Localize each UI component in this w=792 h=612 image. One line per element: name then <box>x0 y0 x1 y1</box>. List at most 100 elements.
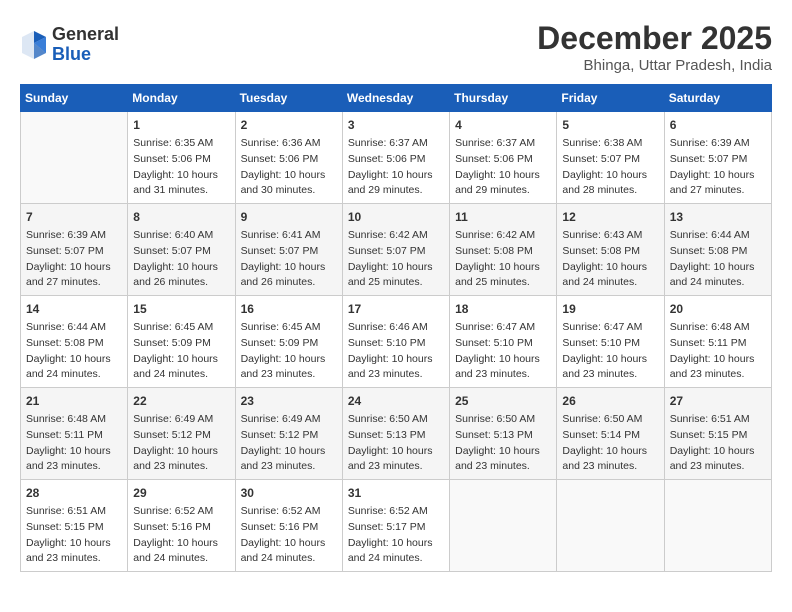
sunrise-text: Sunrise: 6:48 AM <box>670 320 766 336</box>
calendar-cell: 22 Sunrise: 6:49 AMSunset: 5:12 PMDayligh… <box>128 388 235 480</box>
daylight-text: Daylight: 10 hours and 29 minutes. <box>455 168 551 200</box>
location: Bhinga, Uttar Pradesh, India <box>537 57 772 74</box>
sunrise-text: Sunrise: 6:35 AM <box>133 136 229 152</box>
day-number: 10 <box>348 208 444 226</box>
sunrise-text: Sunrise: 6:49 AM <box>133 412 229 428</box>
daylight-text: Daylight: 10 hours and 26 minutes. <box>241 260 337 292</box>
daylight-text: Daylight: 10 hours and 30 minutes. <box>241 168 337 200</box>
day-number: 14 <box>26 300 122 318</box>
sunrise-text: Sunrise: 6:52 AM <box>348 504 444 520</box>
sunrise-text: Sunrise: 6:49 AM <box>241 412 337 428</box>
sunset-text: Sunset: 5:07 PM <box>348 244 444 260</box>
calendar-cell: 28Sunrise: 6:51 AMSunset: 5:15 PMDayligh… <box>21 480 128 572</box>
daylight-text: Daylight: 10 hours and 27 minutes. <box>670 168 766 200</box>
weekday-row: SundayMondayTuesdayWednesdayThursdayFrid… <box>21 85 772 112</box>
calendar-cell: 18Sunrise: 6:47 AMSunset: 5:10 PMDayligh… <box>450 296 557 388</box>
sunset-text: Sunset: 5:06 PM <box>455 152 551 168</box>
day-number: 11 <box>455 208 551 226</box>
sunset-text: Sunset: 5:06 PM <box>133 152 229 168</box>
logo-icon <box>20 29 48 61</box>
sunset-text: Sunset: 5:07 PM <box>562 152 658 168</box>
sunset-text: Sunset: 5:07 PM <box>26 244 122 260</box>
sunset-text: Sunset: 5:15 PM <box>670 428 766 444</box>
title-block: December 2025 Bhinga, Uttar Pradesh, Ind… <box>537 20 772 74</box>
daylight-text: Daylight: 10 hours and 25 minutes. <box>455 260 551 292</box>
sunrise-text: Sunrise: 6:45 AM <box>241 320 337 336</box>
weekday-header: Tuesday <box>235 85 342 112</box>
sunset-text: Sunset: 5:08 PM <box>455 244 551 260</box>
calendar-cell: 8Sunrise: 6:40 AMSunset: 5:07 PMDaylight… <box>128 204 235 296</box>
weekday-header: Monday <box>128 85 235 112</box>
day-number: 23 <box>241 392 337 410</box>
day-number: 1 <box>133 116 229 134</box>
day-number: 22 <box>133 392 229 410</box>
sunset-text: Sunset: 5:16 PM <box>241 520 337 536</box>
sunrise-text: Sunrise: 6:37 AM <box>348 136 444 152</box>
day-number: 28 <box>26 484 122 502</box>
day-number: 21 <box>26 392 122 410</box>
calendar-cell: 17Sunrise: 6:46 AMSunset: 5:10 PMDayligh… <box>342 296 449 388</box>
sunset-text: Sunset: 5:10 PM <box>562 336 658 352</box>
calendar-cell: 20Sunrise: 6:48 AMSunset: 5:11 PMDayligh… <box>664 296 771 388</box>
day-number: 24 <box>348 392 444 410</box>
weekday-header: Saturday <box>664 85 771 112</box>
sunrise-text: Sunrise: 6:42 AM <box>455 228 551 244</box>
day-number: 7 <box>26 208 122 226</box>
calendar-cell: 23Sunrise: 6:49 AMSunset: 5:12 PMDayligh… <box>235 388 342 480</box>
daylight-text: Daylight: 10 hours and 23 minutes. <box>670 352 766 384</box>
day-number: 2 <box>241 116 337 134</box>
daylight-text: Daylight: 10 hours and 23 minutes. <box>670 444 766 476</box>
daylight-text: Daylight: 10 hours and 23 minutes. <box>133 444 229 476</box>
sunset-text: Sunset: 5:07 PM <box>241 244 337 260</box>
daylight-text: Daylight: 10 hours and 23 minutes. <box>26 444 122 476</box>
calendar-cell <box>557 480 664 572</box>
logo: General Blue <box>20 25 119 65</box>
sunrise-text: Sunrise: 6:44 AM <box>670 228 766 244</box>
daylight-text: Daylight: 10 hours and 25 minutes. <box>348 260 444 292</box>
sunrise-text: Sunrise: 6:40 AM <box>133 228 229 244</box>
calendar-cell: 6Sunrise: 6:39 AMSunset: 5:07 PMDaylight… <box>664 112 771 204</box>
daylight-text: Daylight: 10 hours and 24 minutes. <box>348 536 444 568</box>
sunrise-text: Sunrise: 6:47 AM <box>455 320 551 336</box>
sunset-text: Sunset: 5:15 PM <box>26 520 122 536</box>
calendar-cell: 5Sunrise: 6:38 AMSunset: 5:07 PMDaylight… <box>557 112 664 204</box>
day-number: 19 <box>562 300 658 318</box>
sunset-text: Sunset: 5:13 PM <box>455 428 551 444</box>
sunrise-text: Sunrise: 6:45 AM <box>133 320 229 336</box>
daylight-text: Daylight: 10 hours and 24 minutes. <box>241 536 337 568</box>
day-number: 8 <box>133 208 229 226</box>
daylight-text: Daylight: 10 hours and 23 minutes. <box>241 352 337 384</box>
calendar-cell: 27Sunrise: 6:51 AMSunset: 5:15 PMDayligh… <box>664 388 771 480</box>
daylight-text: Daylight: 10 hours and 28 minutes. <box>562 168 658 200</box>
daylight-text: Daylight: 10 hours and 31 minutes. <box>133 168 229 200</box>
sunrise-text: Sunrise: 6:50 AM <box>455 412 551 428</box>
weekday-header: Friday <box>557 85 664 112</box>
sunrise-text: Sunrise: 6:51 AM <box>670 412 766 428</box>
calendar-week-row: 14Sunrise: 6:44 AMSunset: 5:08 PMDayligh… <box>21 296 772 388</box>
calendar-cell <box>21 112 128 204</box>
day-number: 25 <box>455 392 551 410</box>
weekday-header: Thursday <box>450 85 557 112</box>
calendar-cell: 1 Sunrise: 6:35 AMSunset: 5:06 PMDaylight… <box>128 112 235 204</box>
sunrise-text: Sunrise: 6:47 AM <box>562 320 658 336</box>
sunrise-text: Sunrise: 6:48 AM <box>26 412 122 428</box>
calendar-cell: 7Sunrise: 6:39 AMSunset: 5:07 PMDaylight… <box>21 204 128 296</box>
sunset-text: Sunset: 5:11 PM <box>26 428 122 444</box>
calendar-cell: 9Sunrise: 6:41 AMSunset: 5:07 PMDaylight… <box>235 204 342 296</box>
sunset-text: Sunset: 5:12 PM <box>133 428 229 444</box>
calendar-cell <box>664 480 771 572</box>
month-title: December 2025 <box>537 20 772 57</box>
calendar-cell: 13Sunrise: 6:44 AMSunset: 5:08 PMDayligh… <box>664 204 771 296</box>
daylight-text: Daylight: 10 hours and 24 minutes. <box>26 352 122 384</box>
calendar-week-row: 1Sunrise: 6:35 AMSunset: 5:06 PMDaylight… <box>21 112 772 204</box>
daylight-text: Daylight: 10 hours and 24 minutes. <box>133 352 229 384</box>
day-number: 30 <box>241 484 337 502</box>
sunrise-text: Sunrise: 6:39 AM <box>26 228 122 244</box>
calendar-cell: 19Sunrise: 6:47 AMSunset: 5:10 PMDayligh… <box>557 296 664 388</box>
calendar-cell: 21 Sunrise: 6:48 AMSunset: 5:11 PMDayligh… <box>21 388 128 480</box>
sunset-text: Sunset: 5:14 PM <box>562 428 658 444</box>
sunset-text: Sunset: 5:09 PM <box>241 336 337 352</box>
calendar-cell: 3Sunrise: 6:37 AMSunset: 5:06 PMDaylight… <box>342 112 449 204</box>
logo-blue: Blue <box>52 45 119 65</box>
calendar-cell: 29Sunrise: 6:52 AMSunset: 5:16 PMDayligh… <box>128 480 235 572</box>
